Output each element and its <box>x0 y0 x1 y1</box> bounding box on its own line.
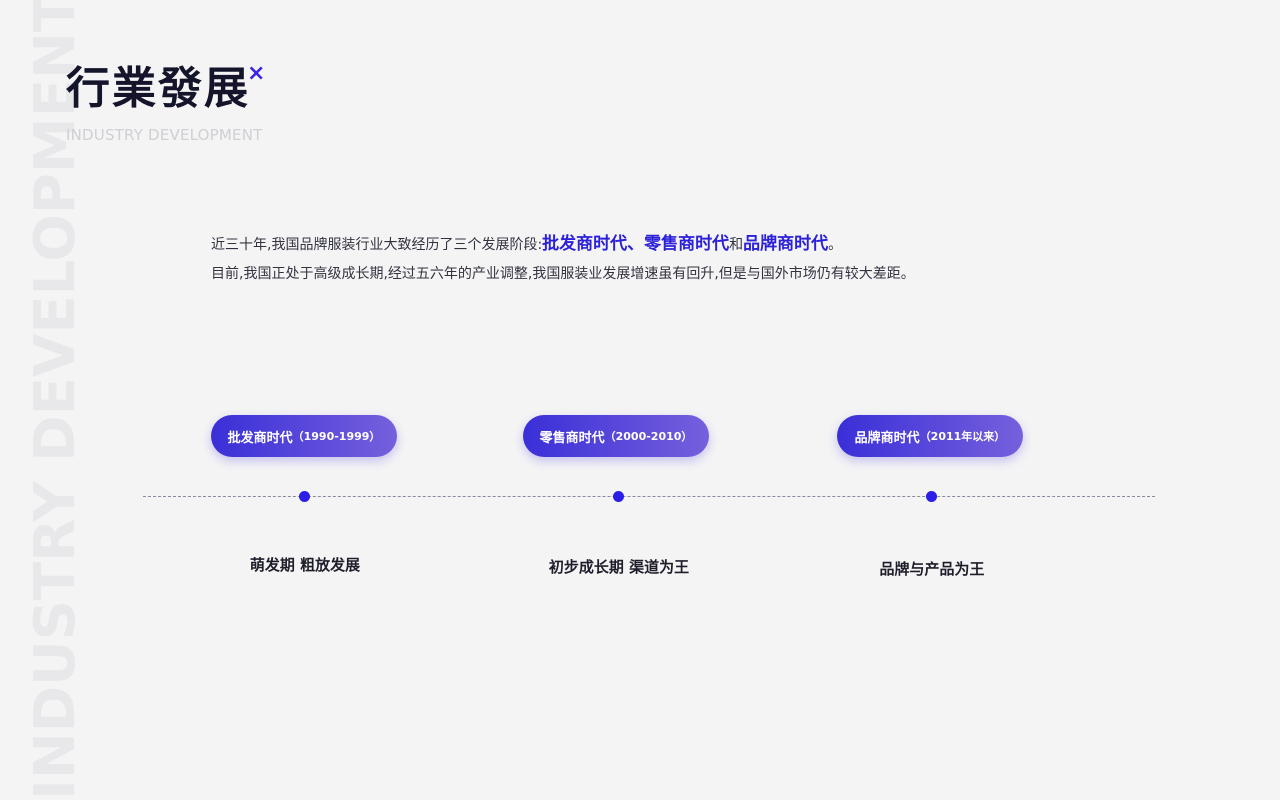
era-pill-brand: 品牌商时代 （2011年以来） <box>837 415 1023 457</box>
era-name: 品牌商时代 <box>854 430 920 446</box>
title-cross-mark: × <box>247 61 266 86</box>
era-pill-wholesaler: 批发商时代 （1990-1999） <box>211 415 397 457</box>
stage-label-retailer: 初步成长期 渠道为王 <box>548 558 690 576</box>
era-years: （1990-1999） <box>292 430 381 443</box>
intro-paragraph: 近三十年,我国品牌服装行业大致经历了三个发展阶段:批发商时代、零售商时代和品牌商… <box>211 230 1111 289</box>
timeline-dashed-line <box>143 496 1155 497</box>
intro-line-2: 目前,我国正处于高级成长期,经过五六年的产业调整,我国服装业发展增速虽有回升,但… <box>211 266 915 282</box>
era-years: （2011年以来） <box>919 430 1006 443</box>
intro-connector: 和 <box>729 237 744 253</box>
era-name: 批发商时代 <box>227 430 293 446</box>
era-pill-retailer: 零售商时代 （2000-2010） <box>523 415 709 457</box>
timeline-dot <box>926 491 937 502</box>
timeline-dot <box>613 491 624 502</box>
slide: INDUSTRY DEVELOPMENT 行業發展 × INDUSTRY DEV… <box>0 0 1280 800</box>
page-subtitle: INDUSTRY DEVELOPMENT <box>66 126 263 144</box>
era-name: 零售商时代 <box>539 430 605 446</box>
page-title: 行業發展 <box>66 63 250 114</box>
intro-highlight-brand-era: 品牌商时代 <box>743 234 829 254</box>
side-watermark: INDUSTRY DEVELOPMENT <box>23 0 88 800</box>
intro-line-1-suffix: 。 <box>828 237 843 253</box>
era-years: （2000-2010） <box>604 430 693 443</box>
stage-label-brand: 品牌与产品为王 <box>879 560 985 578</box>
intro-line-1-prefix: 近三十年,我国品牌服装行业大致经历了三个发展阶段: <box>211 237 543 253</box>
intro-line-1: 近三十年,我国品牌服装行业大致经历了三个发展阶段:批发商时代、零售商时代和品牌商… <box>211 230 1111 260</box>
stage-label-wholesaler: 萌发期 粗放发展 <box>249 556 361 574</box>
intro-highlight-eras: 批发商时代、零售商时代 <box>542 234 730 254</box>
timeline-dot <box>299 491 310 502</box>
